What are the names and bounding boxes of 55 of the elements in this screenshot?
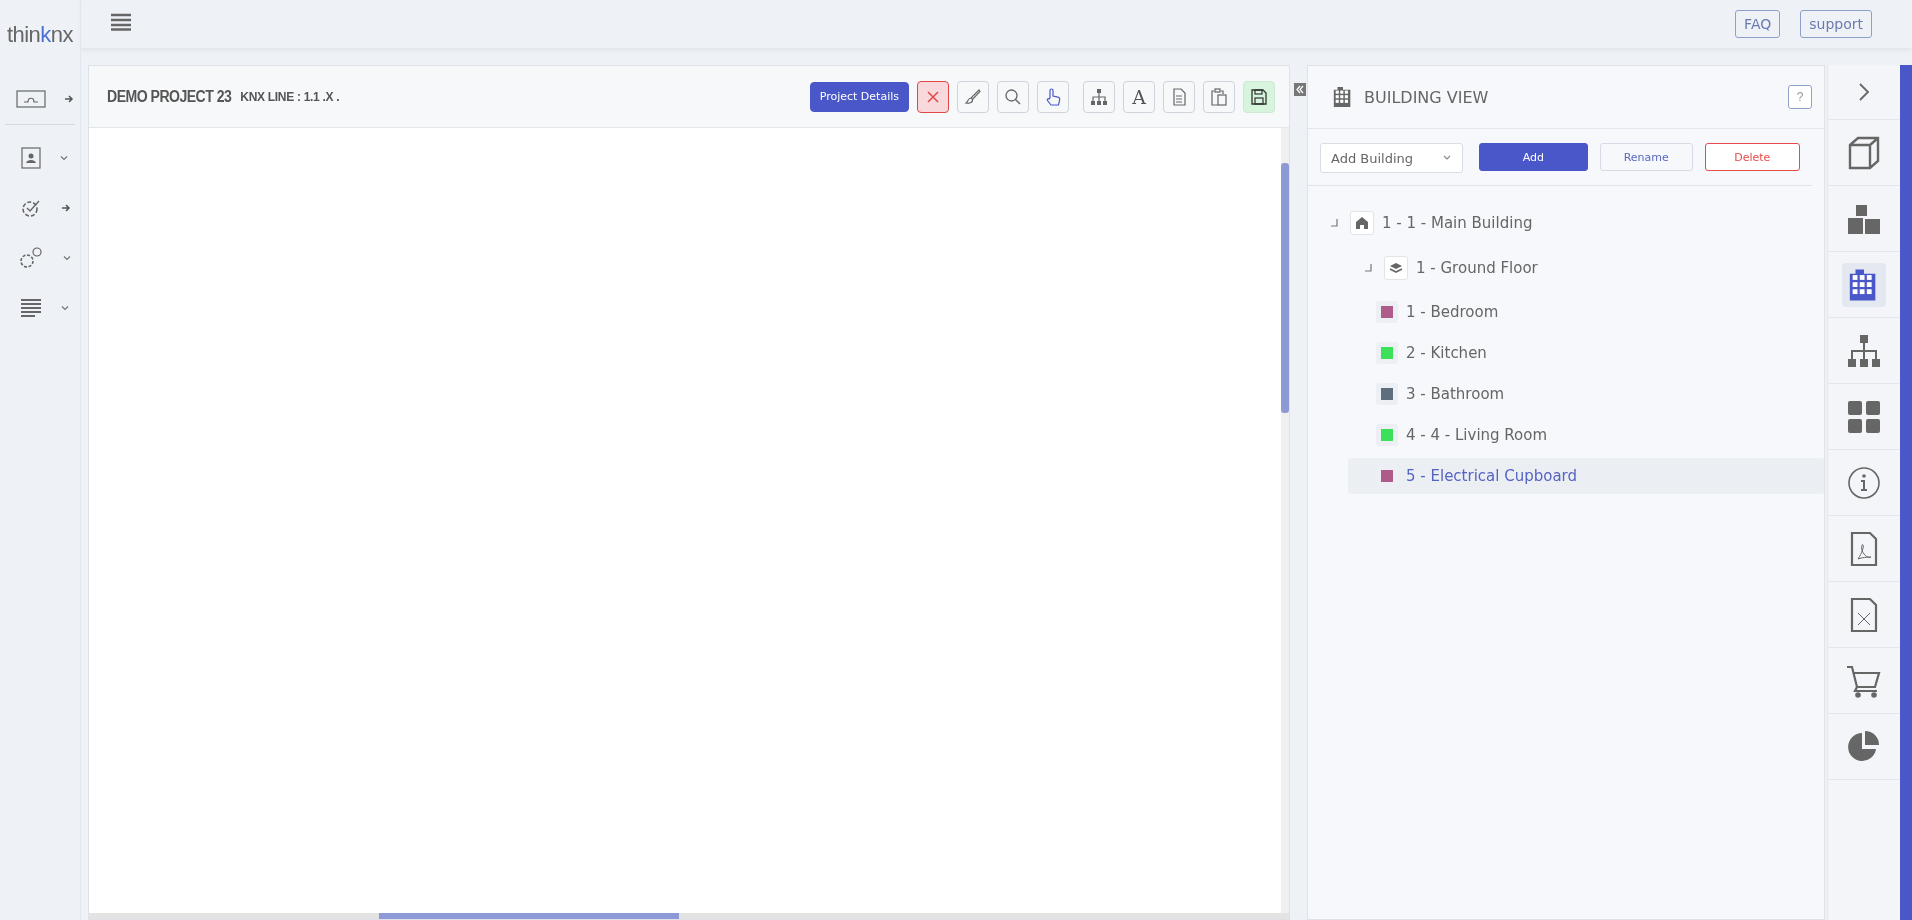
brush-icon <box>964 87 982 106</box>
save-icon <box>1251 88 1267 105</box>
chevron-down-icon <box>1441 154 1452 162</box>
header-link[interactable]: FAQ <box>1735 10 1781 38</box>
layers-icon <box>1389 261 1403 274</box>
building-select[interactable]: Add Building <box>1320 143 1463 173</box>
collapse-icon[interactable] <box>1294 83 1306 96</box>
tree-item[interactable]: 1 - 1 - Main Building <box>1308 200 1824 245</box>
action-button[interactable]: Add <box>1478 143 1588 171</box>
clipboard-icon <box>1210 87 1228 106</box>
document-icon <box>1850 530 1878 567</box>
touch-icon <box>1044 86 1062 107</box>
tree-item[interactable]: 4 - 4 - Living Room <box>1348 417 1824 453</box>
cube-icon <box>1846 134 1882 171</box>
project-title: DEMO PROJECT 23 <box>107 87 232 106</box>
copy-button[interactable] <box>1163 80 1195 113</box>
panel-title: BUILDING VIEW <box>1364 87 1489 107</box>
list-icon <box>20 298 42 318</box>
header-link[interactable]: support <box>1800 10 1872 38</box>
grid-icon <box>1847 399 1881 434</box>
search-icon <box>1004 87 1022 106</box>
tree-item[interactable]: 2 - Kitchen <box>1348 335 1824 371</box>
touch-button[interactable] <box>1037 80 1069 113</box>
home-icon <box>1355 215 1369 230</box>
paste-button[interactable] <box>1203 80 1235 113</box>
tree-item[interactable]: 3 - Bathroom <box>1348 376 1824 412</box>
tree-item[interactable]: 5 - Electrical Cupboard <box>1348 458 1824 494</box>
brush-button[interactable] <box>957 80 989 113</box>
monitor-icon <box>16 88 46 110</box>
logo: thinknx <box>6 22 74 48</box>
close-icon <box>926 89 940 104</box>
spreadsheet-icon <box>1850 596 1878 633</box>
hierarchy-icon <box>1847 333 1881 368</box>
project-details-button[interactable]: Project Details <box>809 81 909 112</box>
tree-item[interactable]: 1 - Bedroom <box>1348 294 1824 330</box>
close-button[interactable] <box>917 80 949 113</box>
scrollbar[interactable] <box>1281 128 1289 913</box>
action-button[interactable]: Rename <box>1599 143 1693 171</box>
scrollbar[interactable] <box>89 913 1289 919</box>
knx-line-label: KNX LINE : 1.1 .X . <box>240 89 340 104</box>
pie-chart-icon <box>1847 729 1881 764</box>
search-button[interactable] <box>997 80 1029 113</box>
text-tool-button[interactable]: A <box>1123 80 1155 113</box>
hierarchy-button[interactable] <box>1083 80 1115 113</box>
tree-item[interactable]: 1 - Ground Floor <box>1308 245 1824 290</box>
info-icon <box>1847 465 1881 500</box>
cart-icon <box>1846 663 1882 698</box>
save-button[interactable] <box>1243 80 1275 113</box>
document-icon <box>1171 87 1187 106</box>
menu-icon[interactable] <box>111 13 131 31</box>
hierarchy-icon <box>1090 87 1108 106</box>
chevron-icon <box>1857 82 1871 102</box>
user-icon <box>21 147 41 169</box>
help-button[interactable]: ? <box>1788 85 1812 109</box>
delete-button[interactable]: Delete <box>1704 143 1800 171</box>
